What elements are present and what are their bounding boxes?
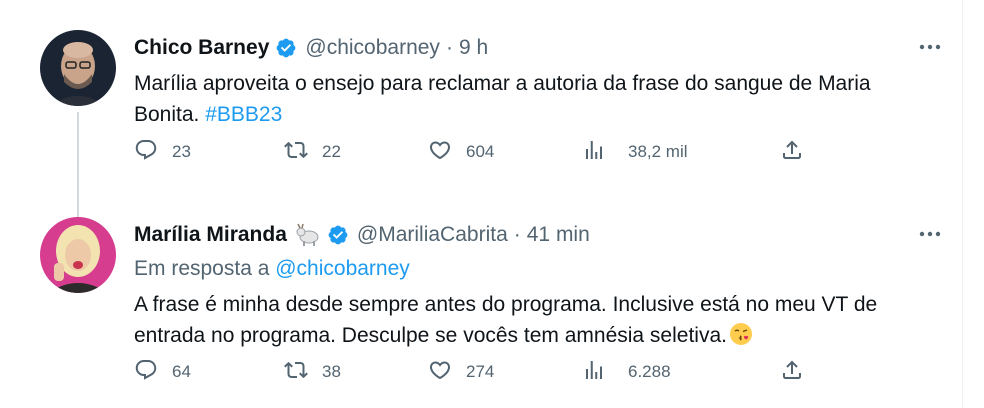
goat-emoji-icon (295, 223, 321, 247)
tweet-header: Marília Miranda @MariliaCabrita · 41 min (134, 221, 960, 249)
share-button[interactable] (780, 138, 804, 167)
verified-badge-icon (327, 224, 349, 246)
retweet-count: 38 (322, 362, 341, 381)
avatar-chico-barney[interactable] (40, 30, 116, 106)
reply-context: Em resposta a @chicobarney (134, 257, 410, 281)
like-button[interactable]: 604 (428, 138, 494, 167)
views-count: 6.288 (628, 362, 671, 381)
like-button[interactable]: 274 (428, 358, 494, 387)
reply-icon (134, 138, 158, 167)
share-icon (780, 358, 804, 387)
tweet-chico-barney[interactable]: Chico Barney @chicobarney · 9 h Marília … (40, 18, 960, 222)
window-edge (962, 0, 984, 408)
reply-prefix: Em resposta a (134, 257, 276, 280)
retweet-icon (284, 358, 308, 387)
views-chart-icon (582, 358, 606, 387)
separator-dot: · (513, 223, 521, 246)
like-count: 274 (466, 362, 495, 381)
user-handle[interactable]: @chicobarney (305, 36, 440, 60)
views-button[interactable]: 38,2 mil (582, 138, 688, 167)
display-name[interactable]: Marília Miranda (134, 223, 287, 247)
retweet-button[interactable]: 22 (284, 138, 341, 167)
avatar-marilia-miranda[interactable] (40, 217, 116, 293)
reply-icon (134, 358, 158, 387)
hashtag-link[interactable]: #BBB23 (205, 103, 282, 126)
share-icon (780, 138, 804, 167)
tweet-body: A frase é minha desde sempre antes do pr… (134, 293, 878, 347)
verified-badge-icon (275, 37, 297, 59)
views-count: 38,2 mil (628, 142, 688, 161)
reply-count: 23 (172, 142, 191, 161)
separator-dot: · (445, 36, 453, 59)
tweet-text: Marília aproveita o ensejo para reclamar… (134, 68, 934, 130)
display-name[interactable]: Chico Barney (134, 36, 269, 60)
like-count: 604 (466, 142, 495, 161)
reply-button[interactable]: 23 (134, 138, 191, 167)
more-options-icon[interactable] (916, 223, 944, 245)
tweet-timestamp[interactable]: 9 h (459, 36, 488, 60)
retweet-icon (284, 138, 308, 167)
tweet-text: A frase é minha desde sempre antes do pr… (134, 289, 934, 355)
reply-handle-link[interactable]: @chicobarney (275, 257, 410, 280)
kiss-emoji-icon (729, 322, 753, 355)
tweet-header: Chico Barney @chicobarney · 9 h (134, 34, 960, 62)
reply-count: 64 (172, 362, 191, 381)
reply-button[interactable]: 64 (134, 358, 191, 387)
heart-icon (428, 358, 452, 387)
share-button[interactable] (780, 358, 804, 387)
more-options-icon[interactable] (916, 36, 944, 58)
user-handle[interactable]: @MariliaCabrita (357, 223, 508, 247)
retweet-button[interactable]: 38 (284, 358, 341, 387)
tweet-marilia-miranda[interactable]: Marília Miranda @MariliaCabrita · 41 min (40, 205, 960, 405)
views-button[interactable]: 6.288 (582, 358, 671, 387)
views-chart-icon (582, 138, 606, 167)
heart-icon (428, 138, 452, 167)
tweet-timestamp[interactable]: 41 min (527, 223, 590, 247)
retweet-count: 22 (322, 142, 341, 161)
